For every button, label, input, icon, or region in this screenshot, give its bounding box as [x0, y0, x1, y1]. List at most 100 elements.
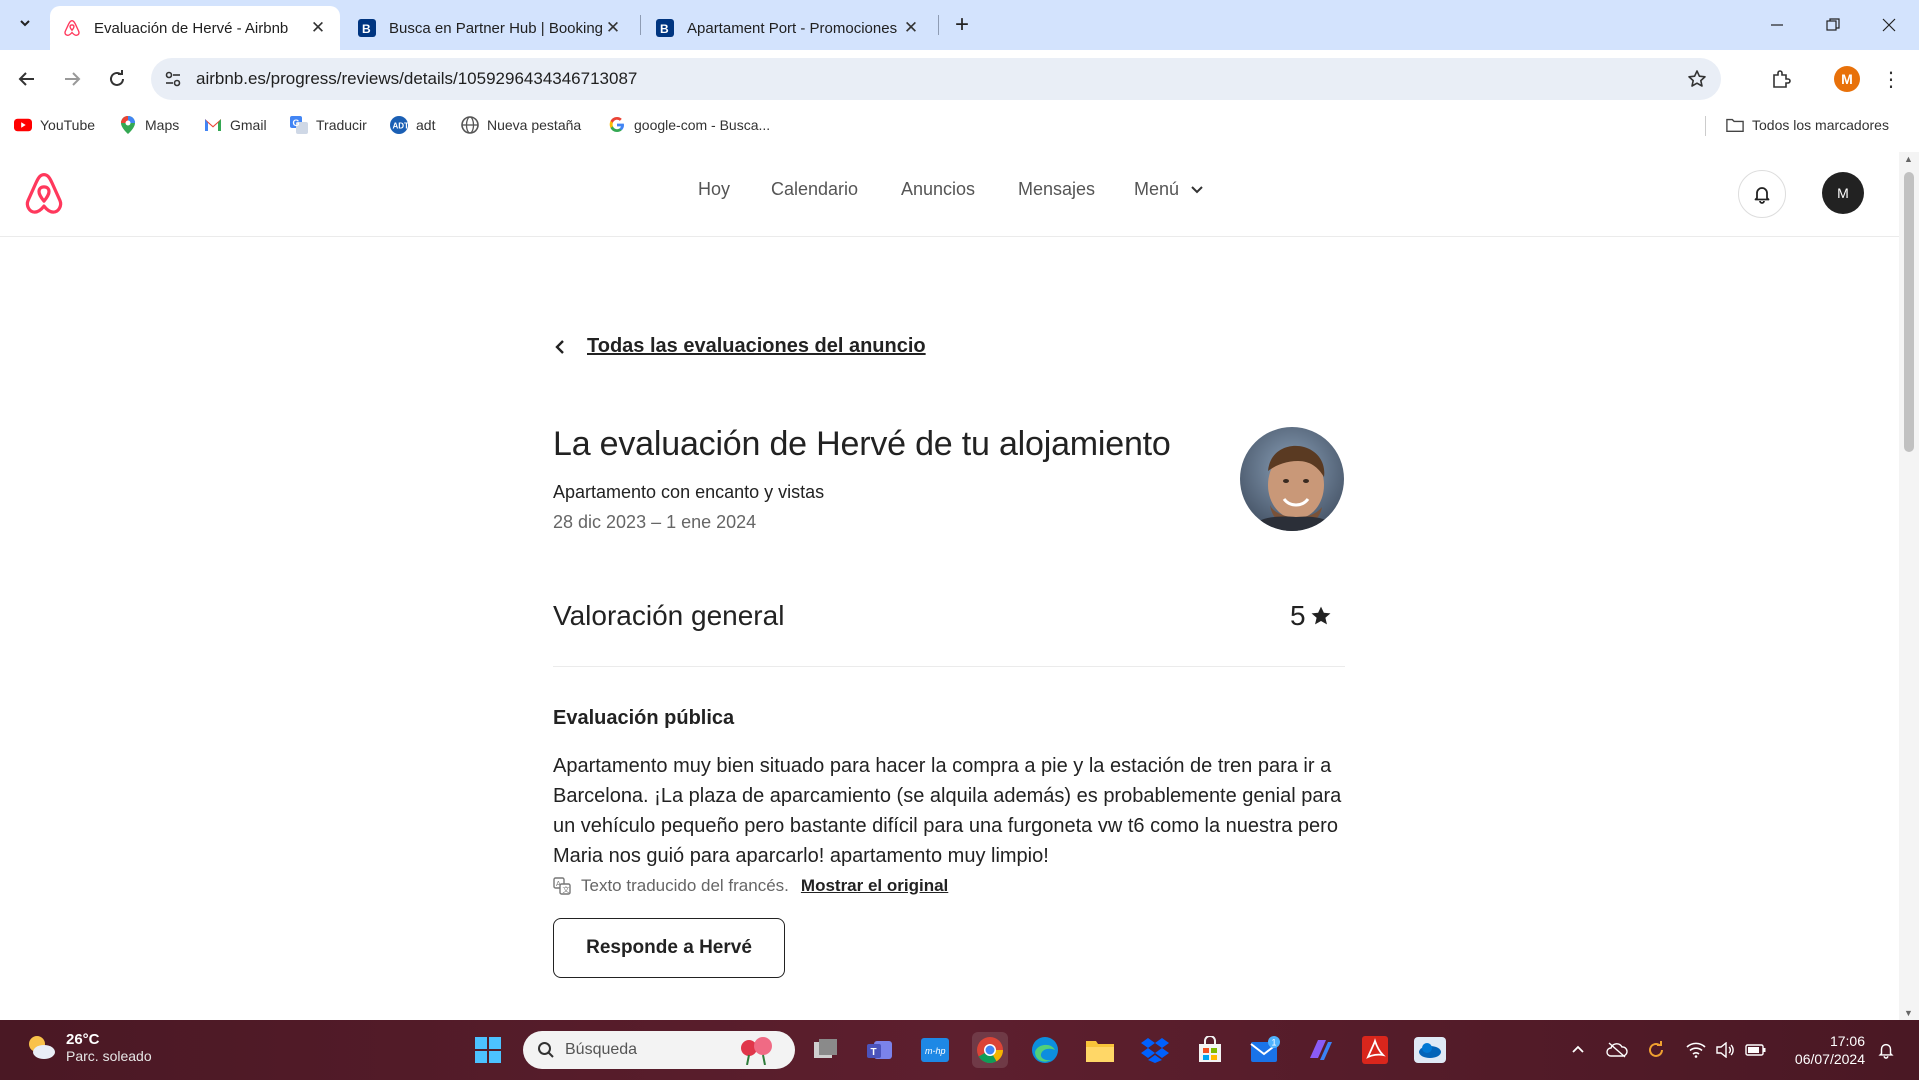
bookmark-adt[interactable]: ADT adt — [390, 112, 435, 138]
bookmark-traducir[interactable]: G Traducir — [290, 112, 367, 138]
copilot-icon[interactable] — [1302, 1032, 1338, 1068]
scroll-down-icon[interactable]: ▼ — [1904, 1008, 1913, 1018]
tab-booking-promociones[interactable]: B Apartament Port - Promociones ✕ — [643, 6, 933, 50]
taskbar-clock[interactable]: 17:06 06/07/2024 — [1785, 1032, 1865, 1068]
page-scrollbar[interactable]: ▲ ▼ — [1899, 152, 1919, 1020]
bookmark-nueva-pestana[interactable]: Nueva pestaña — [461, 112, 581, 138]
chrome-icon[interactable] — [972, 1032, 1008, 1068]
mail-icon[interactable]: 1 — [1247, 1032, 1283, 1068]
notifications-button[interactable] — [1738, 170, 1786, 218]
extensions-button[interactable] — [1764, 62, 1798, 96]
bookmark-label: Maps — [145, 117, 180, 133]
wifi-icon[interactable] — [1684, 1038, 1708, 1062]
scrollbar-thumb[interactable] — [1904, 172, 1914, 452]
chevron-up-icon[interactable] — [1566, 1038, 1590, 1062]
volume-icon[interactable] — [1714, 1038, 1738, 1062]
acrobat-icon[interactable] — [1357, 1032, 1393, 1068]
tab-search-button[interactable] — [10, 10, 40, 40]
bookmark-maps[interactable]: Maps — [119, 112, 179, 138]
globe-icon — [461, 116, 479, 134]
new-tab-button[interactable]: + — [947, 10, 977, 40]
scroll-up-icon[interactable]: ▲ — [1904, 154, 1913, 164]
dropbox-icon[interactable] — [1137, 1032, 1173, 1068]
clock-time: 17:06 — [1829, 1033, 1865, 1049]
tab-separator — [938, 15, 939, 35]
airbnb-favicon-icon — [62, 18, 82, 38]
restore-button[interactable] — [1810, 0, 1856, 50]
teams-icon[interactable]: T — [862, 1032, 898, 1068]
weather-description: Parc. soleado — [66, 1047, 152, 1064]
respond-to-guest-button[interactable]: Responde a Hervé — [553, 918, 785, 978]
nav-anuncios[interactable]: Anuncios — [901, 177, 975, 201]
address-bar[interactable]: airbnb.es/progress/reviews/details/10592… — [151, 58, 1721, 100]
back-button[interactable] — [10, 62, 44, 96]
close-tab-icon[interactable]: ✕ — [603, 18, 623, 38]
bookmark-label: adt — [416, 117, 436, 133]
arrow-right-icon — [65, 72, 81, 86]
minimize-icon — [1771, 24, 1783, 26]
battery-icon[interactable] — [1744, 1038, 1768, 1062]
chevron-down-icon — [18, 16, 32, 35]
start-button[interactable] — [470, 1032, 506, 1068]
tab-title: Busca en Partner Hub | Booking — [389, 19, 603, 37]
reload-button[interactable] — [100, 62, 134, 96]
bookmark-youtube[interactable]: YouTube — [14, 112, 95, 138]
clock-date: 06/07/2024 — [1794, 1051, 1865, 1067]
weather-widget[interactable]: 26°C Parc. soleado — [24, 1030, 152, 1064]
tab-airbnb-review[interactable]: Evaluación de Hervé - Airbnb ✕ — [50, 6, 340, 50]
onedrive-icon[interactable] — [1412, 1032, 1448, 1068]
bookmarks-separator — [1705, 116, 1706, 136]
bookmark-label: Traducir — [316, 117, 367, 133]
url-text[interactable]: airbnb.es/progress/reviews/details/10592… — [196, 58, 637, 100]
guest-avatar — [1240, 427, 1344, 531]
search-icon — [537, 1041, 555, 1059]
tab-booking-partner-hub[interactable]: B Busca en Partner Hub | Booking ✕ — [345, 6, 635, 50]
minimize-button[interactable] — [1754, 0, 1800, 50]
show-original-link[interactable]: Mostrar el original — [801, 876, 948, 896]
user-avatar-button[interactable]: M — [1822, 172, 1864, 214]
svg-text:m-hp: m-hp — [925, 1046, 946, 1056]
task-view-icon[interactable] — [808, 1032, 844, 1068]
plus-icon: + — [954, 11, 969, 38]
svg-text:T: T — [871, 1047, 877, 1058]
back-link-label: Todas las evaluaciones del anuncio — [587, 335, 926, 357]
tab-title: Apartament Port - Promociones — [687, 19, 898, 37]
roses-icon — [733, 1035, 785, 1065]
bookmark-star-icon[interactable] — [1685, 67, 1709, 91]
chevron-down-icon — [1190, 178, 1204, 202]
cloud-offline-icon[interactable] — [1605, 1038, 1629, 1062]
close-tab-icon[interactable]: ✕ — [901, 18, 921, 38]
svg-text:文: 文 — [563, 885, 570, 894]
browser-menu-button[interactable]: ⋮ — [1876, 62, 1906, 96]
sync-icon[interactable] — [1644, 1038, 1668, 1062]
bookmark-gmail[interactable]: Gmail — [204, 112, 267, 138]
all-bookmarks-button[interactable]: Todos los marcadores — [1726, 112, 1889, 138]
app-icon-blue[interactable]: m-hp — [917, 1032, 953, 1068]
bookmark-google-busca[interactable]: google-com - Busca... — [608, 112, 770, 138]
close-tab-icon[interactable]: ✕ — [308, 18, 328, 38]
notification-bell-icon[interactable] — [1874, 1038, 1898, 1062]
nav-menu[interactable]: Menú — [1134, 177, 1204, 202]
nav-hoy[interactable]: Hoy — [698, 177, 730, 201]
profile-avatar[interactable]: M — [1834, 66, 1860, 92]
page-title: La evaluación de Hervé de tu alojamiento — [553, 425, 1171, 463]
forward-button[interactable] — [55, 62, 89, 96]
site-settings-icon[interactable] — [161, 67, 185, 91]
translation-notice: A文 Texto traducido del francés. Mostrar … — [553, 876, 948, 896]
nav-calendario[interactable]: Calendario — [771, 177, 858, 201]
close-window-button[interactable] — [1866, 0, 1912, 50]
svg-text:B: B — [660, 22, 669, 36]
puzzle-icon — [1773, 70, 1791, 88]
nav-menu-label: Menú — [1134, 179, 1180, 199]
microsoft-store-icon[interactable] — [1192, 1032, 1228, 1068]
edge-icon[interactable] — [1027, 1032, 1063, 1068]
file-explorer-icon[interactable] — [1082, 1032, 1118, 1068]
back-to-reviews-link[interactable]: Todas las evaluaciones del anuncio — [553, 335, 926, 358]
nav-mensajes[interactable]: Mensajes — [1018, 177, 1095, 201]
svg-text:B: B — [362, 22, 371, 36]
more-vertical-icon: ⋮ — [1881, 68, 1901, 91]
star-icon — [1310, 605, 1332, 627]
booking-favicon-icon: B — [655, 18, 675, 38]
airbnb-logo-icon[interactable] — [24, 172, 64, 216]
taskbar-search[interactable]: Búsqueda — [523, 1031, 795, 1069]
